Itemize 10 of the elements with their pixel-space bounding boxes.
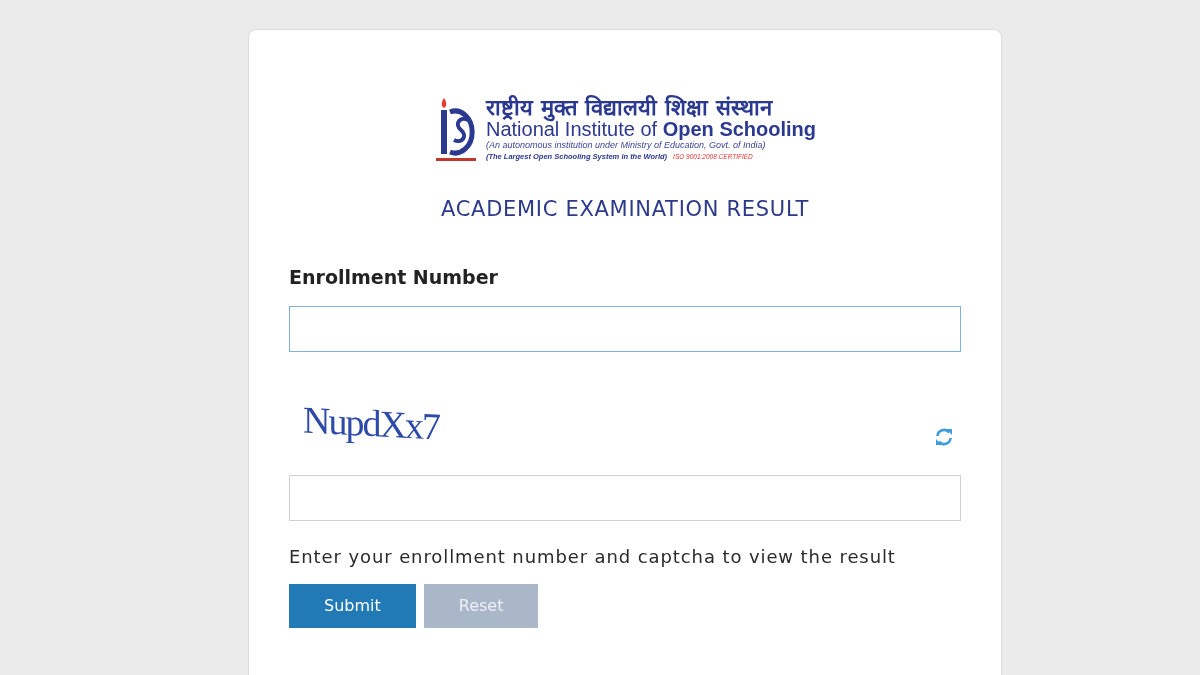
captcha-input[interactable]	[289, 474, 961, 521]
refresh-icon[interactable]	[935, 427, 953, 446]
institute-subtitle: (An autonomous institution under Ministry of Education, Govt. of India)	[485, 140, 766, 151]
page-title: ACADEMIC EXAMINATION RESULT	[440, 197, 810, 223]
submit-button[interactable]: Submit	[289, 583, 416, 628]
captcha-image: NupdXx7	[303, 400, 439, 446]
institute-name-hindi: राष्ट्रीय मुक्त विद्यालयी शिक्षा संस्थान	[485, 96, 773, 120]
field-label: Enrollment Number	[289, 265, 499, 291]
help-text: Enter your enrollment number and captcha to view the result	[289, 544, 897, 569]
enrollment-input[interactable]	[289, 305, 961, 352]
